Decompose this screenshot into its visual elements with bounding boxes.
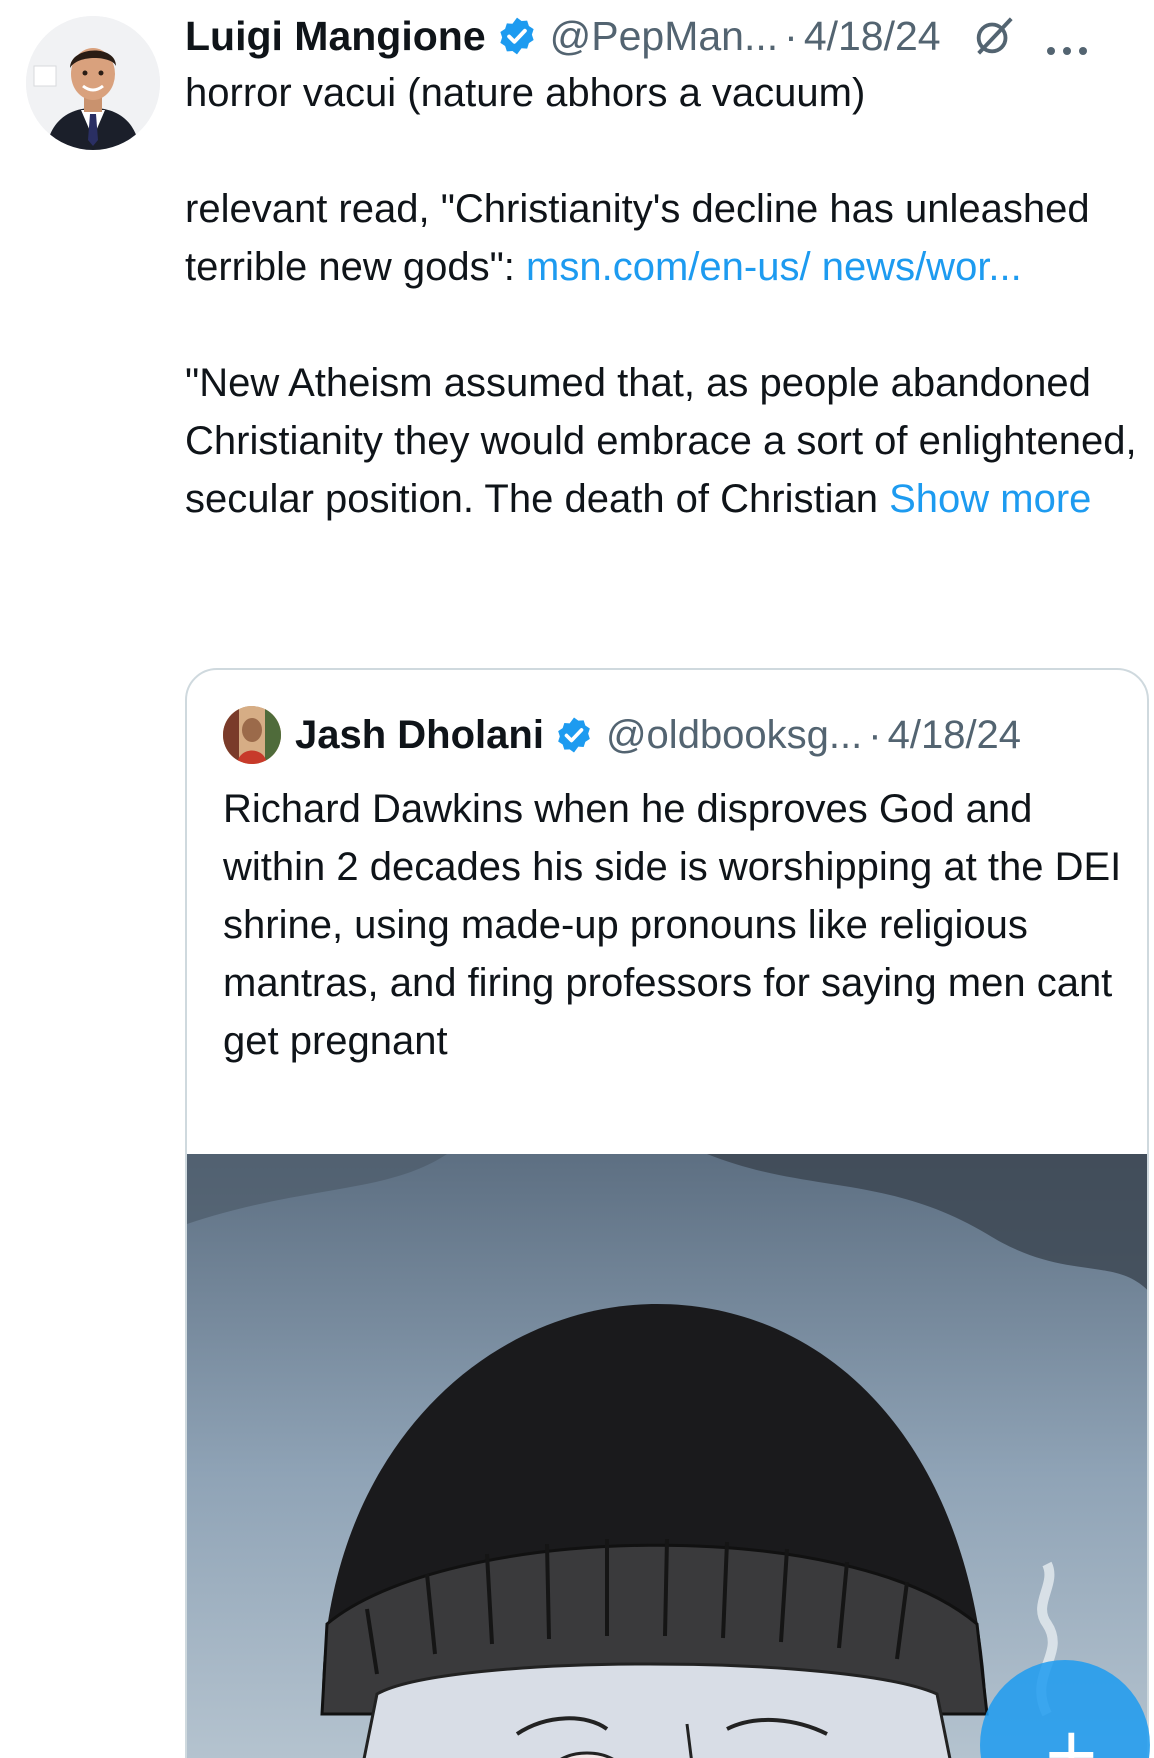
verified-badge-icon bbox=[496, 15, 538, 57]
article-link[interactable]: msn.com/en-us/ news/wor... bbox=[526, 245, 1022, 289]
tweet-header: Luigi Mangione @PepMan... · 4/18/24 bbox=[185, 8, 1150, 64]
author-avatar[interactable] bbox=[26, 16, 160, 150]
quoted-tweet-image[interactable] bbox=[187, 1154, 1147, 1758]
tweet-paragraph-3: "New Atheism assumed that, as people aba… bbox=[185, 354, 1145, 528]
quoted-tweet-header: Jash Dholani @oldbooksg... · 4/18/24 bbox=[223, 706, 1021, 764]
quoted-tweet[interactable]: Jash Dholani @oldbooksg... · 4/18/24 Ric… bbox=[185, 668, 1149, 1758]
more-icon[interactable] bbox=[1045, 26, 1089, 55]
author-handle[interactable]: @PepMan... bbox=[550, 13, 779, 60]
quoted-author-handle[interactable]: @oldbooksg... bbox=[606, 713, 862, 758]
quoted-header-separator: · bbox=[868, 712, 882, 757]
tweet-paragraph-1: horror vacui (nature abhors a vacuum) bbox=[185, 71, 866, 115]
tweet-date[interactable]: 4/18/24 bbox=[804, 13, 941, 60]
quoted-tweet-text: Richard Dawkins when he disproves God an… bbox=[223, 787, 1122, 1063]
tweet-paragraph-2: relevant read, "Christianity's decline h… bbox=[185, 180, 1145, 296]
author-name[interactable]: Luigi Mangione bbox=[185, 13, 486, 60]
tweet[interactable]: Luigi Mangione @PepMan... · 4/18/24 horr… bbox=[0, 0, 1154, 1758]
quoted-tweet-date[interactable]: 4/18/24 bbox=[888, 713, 1021, 758]
compose-plus-icon[interactable]: + bbox=[1042, 1718, 1101, 1758]
tweet-content: Luigi Mangione @PepMan... · 4/18/24 horr… bbox=[185, 8, 1150, 528]
quoted-author-name[interactable]: Jash Dholani bbox=[295, 713, 544, 758]
header-separator: · bbox=[784, 12, 798, 59]
tweet-text: horror vacui (nature abhors a vacuum) re… bbox=[185, 64, 1145, 528]
grok-icon[interactable] bbox=[971, 13, 1017, 59]
quoted-verified-badge-icon bbox=[554, 715, 594, 755]
quoted-author-avatar[interactable] bbox=[223, 706, 281, 764]
show-more-link[interactable]: Show more bbox=[889, 477, 1091, 521]
